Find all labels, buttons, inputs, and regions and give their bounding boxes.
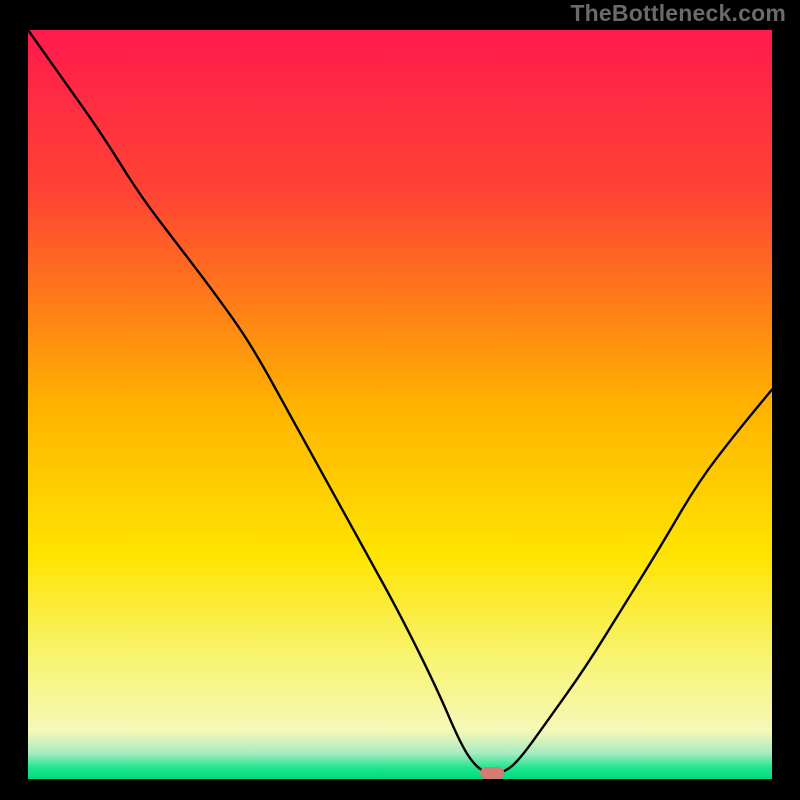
attribution-text: TheBottleneck.com <box>570 0 786 27</box>
optimal-point-marker <box>480 767 504 779</box>
plot-background <box>28 30 772 779</box>
bottleneck-chart <box>0 0 800 800</box>
chart-container: TheBottleneck.com <box>0 0 800 800</box>
